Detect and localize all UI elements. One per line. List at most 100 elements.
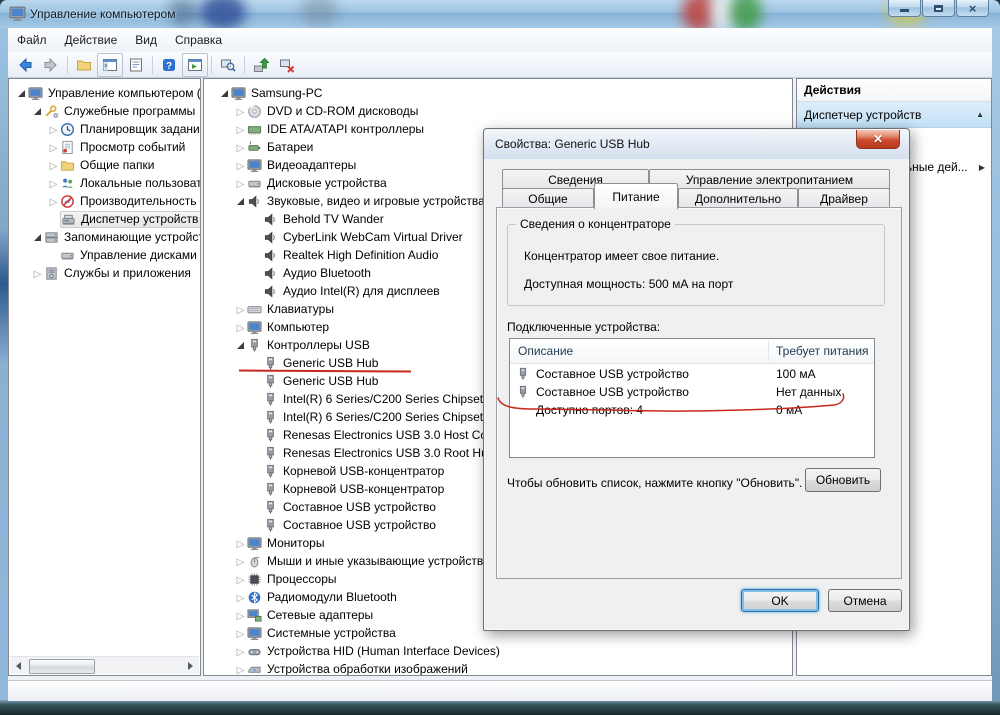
- expander-expanded-icon[interactable]: [234, 194, 247, 208]
- tree-item[interactable]: ▷Просмотр событий: [9, 138, 200, 156]
- minimize-button[interactable]: [888, 0, 921, 17]
- usb-icon: [263, 428, 278, 443]
- tab-дополнительно[interactable]: Дополнительно: [678, 188, 798, 209]
- expander-collapsed-icon[interactable]: ▷: [234, 320, 247, 334]
- expander-collapsed-icon[interactable]: ▷: [234, 608, 247, 622]
- actions-group-device-manager[interactable]: Диспетчер устройств ▲: [797, 102, 991, 128]
- tree-item[interactable]: ▷Устройства обработки изображений: [204, 660, 792, 676]
- expander-collapsed-icon[interactable]: ▷: [234, 590, 247, 604]
- console-tree-pane: Управление компьютером (лСлужебные прогр…: [8, 78, 201, 676]
- console-tree: Управление компьютером (лСлужебные прогр…: [9, 79, 200, 282]
- scroll-left-button[interactable]: [10, 658, 27, 674]
- tree-item-label: Контроллеры USB: [264, 338, 373, 353]
- expander-expanded-icon[interactable]: [15, 86, 28, 100]
- refresh-button[interactable]: Обновить: [805, 468, 881, 492]
- expander-collapsed-icon[interactable]: ▷: [234, 302, 247, 316]
- menu-item-action[interactable]: Действие: [56, 30, 127, 50]
- column-header-power[interactable]: Требует питания: [776, 344, 869, 358]
- expander-collapsed-icon[interactable]: ▷: [47, 122, 60, 136]
- expander-collapsed-icon[interactable]: ▷: [234, 536, 247, 550]
- help-button[interactable]: [156, 53, 182, 77]
- tree-item-label: Компьютер: [264, 320, 332, 335]
- chevron-right-icon[interactable]: ▶: [979, 163, 985, 172]
- menu-item-view[interactable]: Вид: [126, 30, 166, 50]
- expander-collapsed-icon[interactable]: ▷: [47, 158, 60, 172]
- maximize-button[interactable]: [922, 0, 955, 17]
- tab-общие[interactable]: Общие: [502, 188, 594, 209]
- show-console-tree-button[interactable]: [71, 53, 97, 77]
- tab-питание[interactable]: Питание: [594, 183, 678, 209]
- console-window-button[interactable]: [97, 53, 123, 77]
- expander-collapsed-icon[interactable]: ▷: [234, 176, 247, 190]
- update-driver-button[interactable]: [248, 53, 274, 77]
- tree-item[interactable]: Запоминающие устройст: [9, 228, 200, 246]
- expander-collapsed-icon[interactable]: ▷: [234, 104, 247, 118]
- tree-item[interactable]: Samsung-PC: [204, 84, 792, 102]
- tree-item[interactable]: ▷Локальные пользовате: [9, 174, 200, 192]
- expander-collapsed-icon[interactable]: ▷: [234, 140, 247, 154]
- expander-collapsed-icon[interactable]: ▷: [234, 662, 247, 676]
- expander-collapsed-icon[interactable]: ▷: [234, 626, 247, 640]
- hub-available-power-text: Доступная мощность: 500 мА на порт: [524, 277, 733, 291]
- menu-item-help[interactable]: Справка: [166, 30, 231, 50]
- expander-expanded-icon[interactable]: [218, 86, 231, 100]
- red-squiggle-annotation: [492, 385, 862, 419]
- scrollbar-thumb[interactable]: [29, 659, 95, 674]
- new-window-button[interactable]: [182, 53, 208, 77]
- back-button[interactable]: [12, 53, 38, 77]
- expander-expanded-icon[interactable]: [234, 338, 247, 352]
- dialog-close-button[interactable]: ✕: [856, 130, 900, 149]
- tab-управление-электропитанием[interactable]: Управление электропитанием: [649, 169, 890, 190]
- window-titlebar[interactable]: Управление компьютером ×: [0, 0, 1000, 29]
- column-header-description[interactable]: Описание: [518, 344, 573, 358]
- tree-item[interactable]: Диспетчер устройств: [9, 210, 200, 228]
- expander-collapsed-icon[interactable]: ▷: [31, 266, 44, 280]
- toolbar-separator: [152, 56, 153, 74]
- scan-hardware-changes-button[interactable]: [215, 53, 241, 77]
- scroll-right-button[interactable]: [182, 658, 199, 674]
- tree-item-label: Системные устройства: [264, 626, 399, 641]
- tree-item[interactable]: ▷DVD и CD-ROM дисководы: [204, 102, 792, 120]
- uninstall-device-button[interactable]: [274, 53, 300, 77]
- hub-info-groupbox: Сведения о концентраторе Концентратор им…: [507, 224, 885, 306]
- expander-collapsed-icon[interactable]: ▷: [47, 176, 60, 190]
- tree-item[interactable]: Служебные программы: [9, 102, 200, 120]
- dialog-titlebar[interactable]: Свойства: Generic USB Hub ✕: [484, 129, 909, 159]
- table-header[interactable]: Описание Требует питания: [510, 339, 874, 364]
- monitor-icon: [247, 536, 262, 551]
- expander-collapsed-icon[interactable]: ▷: [234, 644, 247, 658]
- tree-item[interactable]: Управление компьютером (л: [9, 84, 200, 102]
- tree-item[interactable]: ▷Производительность: [9, 192, 200, 210]
- tree-item[interactable]: ▷Общие папки: [9, 156, 200, 174]
- app-icon: [9, 5, 26, 22]
- expander-expanded-icon[interactable]: [31, 104, 44, 118]
- forward-button[interactable]: [38, 53, 64, 77]
- ok-button[interactable]: OK: [741, 589, 819, 612]
- expander-collapsed-icon[interactable]: ▷: [234, 554, 247, 568]
- tree-item[interactable]: Управление дисками: [9, 246, 200, 264]
- expander-expanded-icon[interactable]: [31, 230, 44, 244]
- expander-collapsed-icon[interactable]: ▷: [234, 572, 247, 586]
- column-separator[interactable]: [768, 341, 769, 361]
- tree-item[interactable]: ▷Устройства HID (Human Interface Devices…: [204, 642, 792, 660]
- expander-collapsed-icon[interactable]: ▷: [47, 140, 60, 154]
- processor-icon: [247, 572, 262, 587]
- minimize-icon: [900, 9, 909, 12]
- update-driver-icon: [253, 57, 269, 73]
- tree-item-label: Мониторы: [264, 536, 327, 551]
- usb-icon: [263, 356, 278, 371]
- expander-collapsed-icon[interactable]: ▷: [47, 194, 60, 208]
- table-row[interactable]: Составное USB устройство100 мА: [510, 365, 874, 383]
- tree-item[interactable]: ▷Службы и приложения: [9, 264, 200, 282]
- tab-драйвер[interactable]: Драйвер: [798, 188, 890, 209]
- properties-button[interactable]: [123, 53, 149, 77]
- hid-icon: [247, 644, 262, 659]
- horizontal-scrollbar[interactable]: [10, 656, 199, 674]
- expander-collapsed-icon[interactable]: ▷: [234, 122, 247, 136]
- menu-item-file[interactable]: Файл: [8, 30, 56, 50]
- cancel-button[interactable]: Отмена: [828, 589, 902, 612]
- tree-item[interactable]: ▷Планировщик заданий: [9, 120, 200, 138]
- expander-collapsed-icon[interactable]: ▷: [234, 158, 247, 172]
- chevron-up-icon[interactable]: ▲: [976, 110, 984, 119]
- close-button[interactable]: ×: [956, 0, 989, 17]
